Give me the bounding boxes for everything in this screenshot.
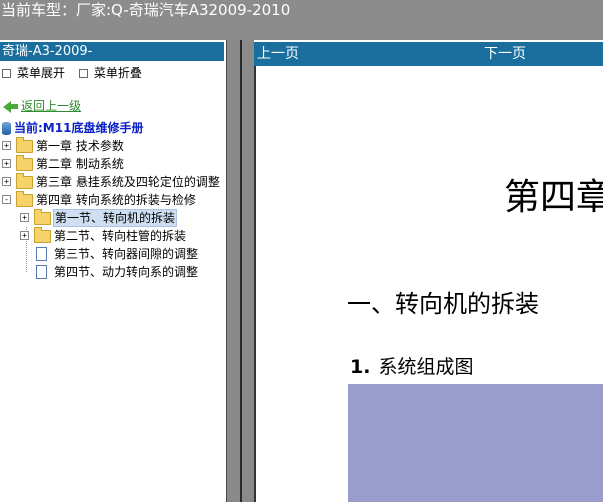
page-nav: 上一页 下一页 — [254, 42, 603, 66]
subsection-number: 1. — [350, 356, 371, 378]
tree-item-label[interactable]: 第二节、转向柱管的拆装 — [54, 227, 186, 245]
back-link[interactable]: 返回上一级 — [21, 99, 81, 113]
collapse-label: 菜单折叠 — [93, 66, 142, 80]
subsection-title: 系统组成图 — [378, 356, 474, 378]
back-arrow-icon — [3, 100, 11, 113]
database-icon — [2, 122, 11, 135]
folder-icon — [34, 209, 51, 225]
current-label: 当前:M11底盘维修手册 — [14, 121, 144, 135]
current-manual: 当前:M11底盘维修手册 — [2, 120, 143, 136]
folder-icon — [16, 155, 33, 171]
tree-item-label[interactable]: 第四节、动力转向系的调整 — [54, 263, 198, 281]
next-page-button[interactable]: 下一页 — [484, 42, 526, 66]
tree-item-label[interactable]: 第三章 悬挂系统及四轮定位的调整 — [36, 173, 220, 191]
tree-item[interactable]: + 第二章 制动系统 — [0, 155, 226, 173]
folder-icon — [16, 173, 33, 189]
tree-item-label[interactable]: 第一节、转向机的拆装 — [53, 209, 178, 227]
expand-toggle-icon[interactable]: + — [2, 159, 11, 168]
expand-menu-button[interactable]: 菜单展开 — [0, 65, 65, 81]
square-icon — [78, 68, 88, 78]
menu-ops: 菜单展开 菜单折叠 — [0, 65, 150, 81]
tree-item[interactable]: 第三节、转向器间隙的调整 — [0, 245, 226, 263]
expand-toggle-icon[interactable]: + — [2, 177, 11, 186]
chapter-heading: 第四章 — [504, 177, 603, 218]
tree-item-label[interactable]: 第二章 制动系统 — [36, 155, 124, 173]
chapter-tree: + 第一章 技术参数 + 第二章 制动系统 + 第三章 悬挂系统及四轮定位的调整… — [0, 137, 226, 281]
document-icon — [36, 247, 47, 261]
folder-open-icon — [16, 191, 33, 207]
tree-item[interactable]: + 第二节、转向柱管的拆装 — [0, 227, 226, 245]
tree-item[interactable]: - 第四章 转向系统的拆装与检修 — [0, 191, 226, 209]
content-pane: 上一页 下一页 第四章 一、转向机的拆装 1. 系统组成图 — [254, 40, 603, 502]
prev-page-button[interactable]: 上一页 — [257, 42, 299, 66]
pane-splitter[interactable] — [226, 40, 254, 502]
tree-item[interactable]: + 第三章 悬挂系统及四轮定位的调整 — [0, 173, 226, 191]
square-icon — [2, 68, 11, 78]
folder-icon — [34, 227, 51, 243]
navigation-pane: 奇瑞-A3-2009- 菜单展开 菜单折叠 返回上一级 当前:M11底盘维修手册… — [0, 40, 226, 502]
tree-item[interactable]: 第四节、动力转向系的调整 — [0, 263, 226, 281]
tree-item-selected[interactable]: + 第一节、转向机的拆装 — [0, 209, 226, 227]
expand-label: 菜单展开 — [17, 66, 66, 80]
document-icon — [36, 265, 47, 279]
window-title: 当前车型：厂家:Q-奇瑞汽车A32009-2010 — [1, 1, 291, 19]
expand-toggle-icon[interactable]: + — [2, 141, 11, 150]
back-link-row: 返回上一级 — [3, 98, 81, 114]
tree-item-label[interactable]: 第一章 技术参数 — [36, 137, 124, 155]
tree-item[interactable]: + 第一章 技术参数 — [0, 137, 226, 155]
expand-toggle-icon[interactable]: + — [20, 213, 29, 222]
system-diagram-image — [348, 384, 603, 502]
section-heading: 一、转向机的拆装 — [347, 290, 539, 318]
folder-icon — [16, 137, 33, 153]
collapse-toggle-icon[interactable]: - — [2, 195, 11, 204]
collapse-menu-button[interactable]: 菜单折叠 — [77, 65, 142, 81]
subsection-heading: 1. 系统组成图 — [350, 352, 473, 379]
title-bar: 当前车型：厂家:Q-奇瑞汽车A32009-2010 — [0, 0, 603, 40]
model-header: 奇瑞-A3-2009- — [0, 42, 224, 61]
tree-item-label[interactable]: 第四章 转向系统的拆装与检修 — [36, 191, 196, 209]
tree-item-label[interactable]: 第三节、转向器间隙的调整 — [54, 245, 198, 263]
expand-toggle-icon[interactable]: + — [20, 231, 29, 240]
